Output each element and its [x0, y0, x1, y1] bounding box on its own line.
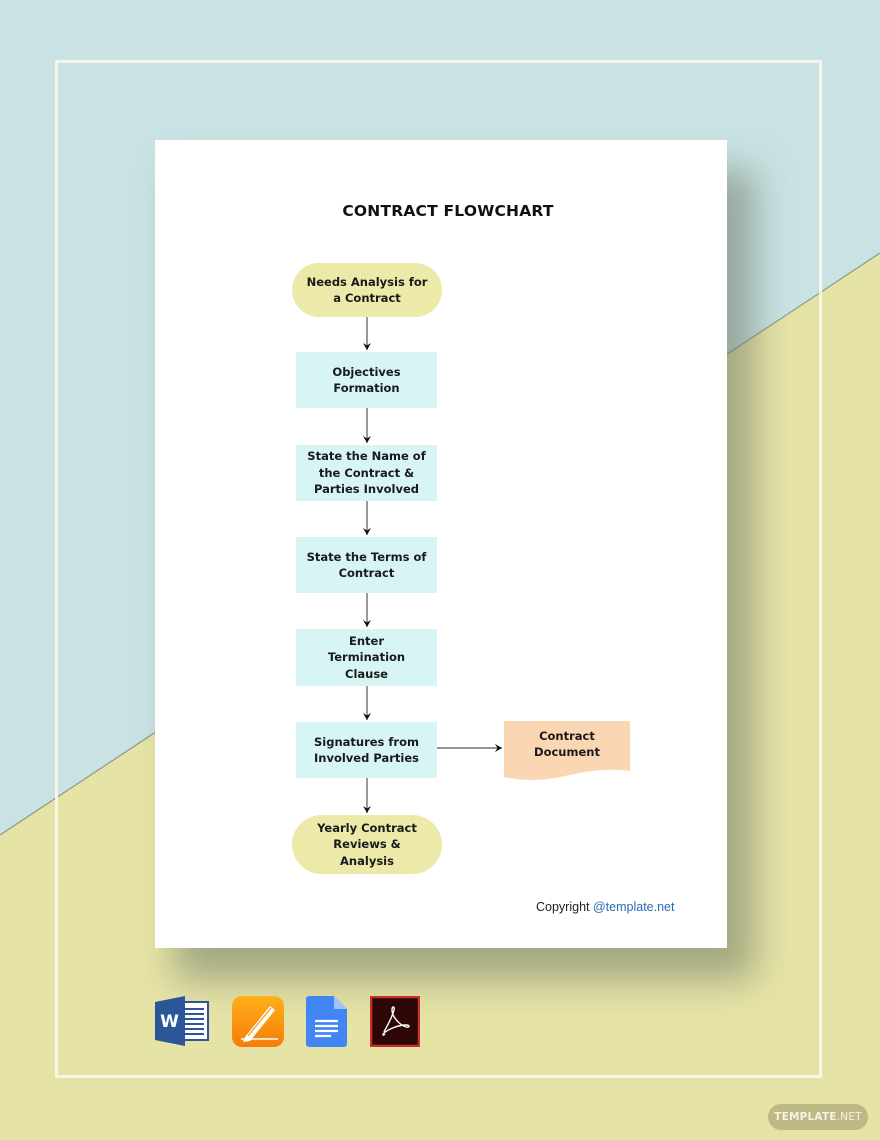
node-objectives-formation[interactable]: Objectives Formation [296, 352, 437, 408]
node-yearly-reviews[interactable]: Yearly Contract Reviews & Analysis [292, 815, 442, 874]
node-label: Contract Document [534, 728, 600, 760]
node-needs-analysis[interactable]: Needs Analysis for a Contract [292, 263, 442, 317]
acrobat-pdf-icon[interactable] [370, 996, 420, 1047]
node-label: Yearly Contract Reviews & Analysis [317, 820, 417, 868]
node-label: Enter Termination Clause [327, 633, 406, 681]
node-state-name-parties[interactable]: State the Name of the Contract & Parties I… [296, 445, 437, 501]
node-signatures[interactable]: Signatures from Involved Parties [296, 722, 437, 778]
node-contract-document[interactable]: Contract Document [504, 724, 630, 764]
copyright-link[interactable]: @template.net [593, 900, 674, 914]
copyright-label: Copyright [536, 900, 590, 914]
node-label: Objectives Formation [332, 364, 401, 396]
flowchart-connectors [363, 317, 630, 813]
watermark-bold: TEMPLATE [774, 1111, 837, 1123]
node-label: Signatures from Involved Parties [314, 734, 419, 766]
node-state-terms[interactable]: State the Terms of Contract [296, 537, 437, 593]
node-termination-clause[interactable]: Enter Termination Clause [296, 629, 437, 686]
template-net-watermark: TEMPLATE .NET [768, 1104, 868, 1130]
copyright-notice: Copyright @template.net [536, 900, 674, 914]
node-label: Needs Analysis for a Contract [306, 274, 428, 306]
word-icon[interactable]: W [155, 996, 210, 1046]
svg-text:W: W [160, 1012, 179, 1032]
node-label: State the Terms of Contract [306, 549, 427, 581]
page-title: CONTRACT FLOWCHART [342, 202, 554, 220]
pages-icon[interactable] [232, 996, 284, 1047]
document-page: CONTRACT FLOWCHART Needs Analysis for a C… [155, 140, 727, 948]
google-docs-icon[interactable] [306, 996, 347, 1047]
watermark-light: .NET [836, 1111, 862, 1123]
node-label: State the Name of the Contract & Parties I… [307, 449, 426, 497]
